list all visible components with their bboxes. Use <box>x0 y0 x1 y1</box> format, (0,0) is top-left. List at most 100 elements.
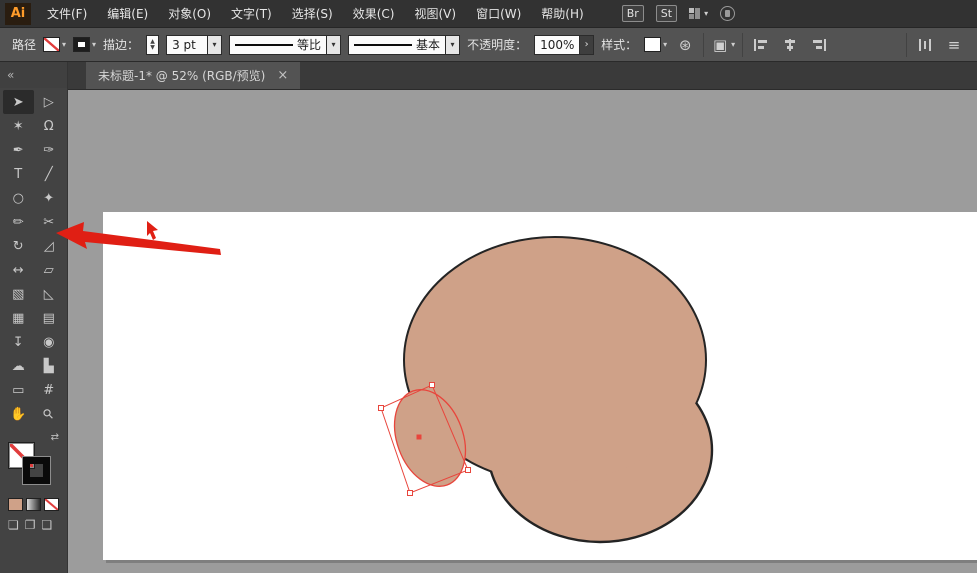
width-profile-preview[interactable]: 等比 <box>229 35 327 55</box>
paintbrush-tool[interactable]: ✦ <box>34 186 65 210</box>
type-tool[interactable]: T <box>3 162 34 186</box>
menu-edit[interactable]: 编辑(E) <box>97 0 158 28</box>
blend-tool-icon: ◉ <box>43 335 54 350</box>
opacity-field[interactable]: 100% <box>534 35 580 55</box>
pencil-tool[interactable]: ✏ <box>3 210 34 234</box>
shape-builder-tool-icon: ▧ <box>12 287 24 302</box>
menu-help[interactable]: 帮助(H) <box>531 0 593 28</box>
artboard-tool[interactable]: ▭ <box>3 378 34 402</box>
ellipse-tool-icon: ○ <box>13 191 24 206</box>
direct-selection-tool[interactable]: ▷ <box>34 90 65 114</box>
workspace-switcher[interactable]: ▾ <box>689 8 708 19</box>
magic-wand-tool[interactable]: ✶ <box>3 114 34 138</box>
align-center-icon <box>782 38 798 52</box>
width-tool[interactable]: ↔ <box>3 258 34 282</box>
width-profile-value: 等比 <box>297 36 321 53</box>
anchor-point[interactable] <box>430 383 435 388</box>
line-segment-tool-icon: ╱ <box>45 167 53 182</box>
style-swatch <box>644 37 661 52</box>
align-options-button[interactable]: ▣ ▾ <box>711 34 735 56</box>
bridge-button[interactable]: Br <box>622 5 644 22</box>
slice-tool[interactable]: # <box>34 378 65 402</box>
scale-tool[interactable]: ◿ <box>34 234 65 258</box>
menu-effect[interactable]: 效果(C) <box>343 0 405 28</box>
curvature-tool[interactable]: ✑ <box>34 138 65 162</box>
align-center-button[interactable] <box>779 34 801 56</box>
pencil-tool-icon: ✏ <box>13 215 24 230</box>
shape-builder-tool[interactable]: ▧ <box>3 282 34 306</box>
close-tab-icon[interactable]: × <box>277 68 288 83</box>
stroke-weight-field[interactable]: 3 pt <box>166 35 208 55</box>
symbol-sprayer-tool[interactable]: ☁ <box>3 354 34 378</box>
draw-normal-button[interactable]: ❏ <box>8 518 19 532</box>
menu-select[interactable]: 选择(S) <box>282 0 343 28</box>
anchor-point[interactable] <box>466 468 471 473</box>
perspective-grid-tool-icon: ◺ <box>44 287 54 302</box>
align-right-button[interactable] <box>808 34 830 56</box>
opacity-panel-button[interactable]: › <box>580 35 594 55</box>
fill-color-picker[interactable]: ▾ <box>43 37 66 52</box>
stroke-color-picker[interactable]: ▾ <box>73 37 96 52</box>
column-graph-tool[interactable]: ▙ <box>34 354 65 378</box>
draw-behind-button[interactable]: ❐ <box>25 518 36 532</box>
selection-tool[interactable]: ➤ <box>3 90 34 114</box>
column-graph-tool-icon: ▙ <box>44 359 54 374</box>
ellipse-tool[interactable]: ○ <box>3 186 34 210</box>
canvas[interactable] <box>68 90 977 573</box>
paintbrush-tool-icon: ✦ <box>43 191 54 206</box>
swap-fill-stroke-icon[interactable]: ⇄ <box>51 432 59 443</box>
eyedropper-tool-icon: ↧ <box>13 335 24 350</box>
rotate-tool[interactable]: ↻ <box>3 234 34 258</box>
workspace-grid-icon <box>689 8 700 19</box>
menu-file[interactable]: 文件(F) <box>37 0 97 28</box>
fill-stroke-indicator: ⇄ <box>6 434 61 490</box>
stepper-down-icon: ▼ <box>150 45 155 51</box>
stroke-swatch <box>73 37 90 52</box>
menu-bar-right: Br St ▾ <box>622 5 735 22</box>
blend-tool[interactable]: ◉ <box>34 330 65 354</box>
hand-pointer-icon[interactable] <box>720 6 735 21</box>
hand-tool[interactable]: ✋ <box>3 402 34 426</box>
graphic-style-picker[interactable]: ▾ <box>644 37 667 52</box>
slice-tool-icon: # <box>43 383 54 398</box>
draw-inside-button[interactable]: ❑ <box>42 518 53 532</box>
lasso-tool[interactable]: Ω <box>34 114 65 138</box>
stock-button[interactable]: St <box>656 5 677 22</box>
perspective-grid-tool[interactable]: ◺ <box>34 282 65 306</box>
lasso-tool-icon: Ω <box>44 119 54 134</box>
panel-menu-button[interactable]: ≡ <box>943 34 965 56</box>
mesh-tool[interactable]: ▦ <box>3 306 34 330</box>
gradient-tool[interactable]: ▤ <box>34 306 65 330</box>
stroke-weight-stepper[interactable]: ▲ ▼ <box>146 35 159 55</box>
menu-view[interactable]: 视图(V) <box>404 0 466 28</box>
menu-object[interactable]: 对象(O) <box>158 0 221 28</box>
pen-tool[interactable]: ✒ <box>3 138 34 162</box>
center-anchor-point[interactable] <box>417 435 422 440</box>
anchor-point[interactable] <box>408 491 413 496</box>
brush-definition-dropdown[interactable]: ▾ <box>446 35 460 55</box>
document-tab[interactable]: 未标题-1* @ 52% (RGB/预览) × <box>86 62 300 89</box>
anchor-point[interactable] <box>379 406 384 411</box>
align-left-button[interactable] <box>750 34 772 56</box>
menu-window[interactable]: 窗口(W) <box>466 0 531 28</box>
illustrator-window: Ai 文件(F) 编辑(E) 对象(O) 文字(T) 选择(S) 效果(C) 视… <box>0 0 977 573</box>
stroke-weight-dropdown[interactable]: ▾ <box>208 35 222 55</box>
stroke-color-well[interactable] <box>23 457 50 484</box>
menu-type[interactable]: 文字(T) <box>221 0 282 28</box>
gradient-tool-icon: ▤ <box>43 311 55 326</box>
collapse-panel-button[interactable]: « <box>7 68 14 82</box>
eyedropper-tool[interactable]: ↧ <box>3 330 34 354</box>
free-transform-tool[interactable]: ▱ <box>34 258 65 282</box>
distribute-button[interactable] <box>914 34 936 56</box>
recolor-artwork-button[interactable]: ⊛ <box>674 34 696 56</box>
gradient-mode-button[interactable] <box>26 498 41 511</box>
brush-definition-preview[interactable]: 基本 <box>348 35 446 55</box>
tool-grid: ➤ ▷ ✶ Ω ✒ ✑ T ╱ ○ ✦ ✏ ✂ ↻ ◿ ↔ ▱ ▧ ◺ ▦ ▤ <box>0 88 67 426</box>
zoom-tool[interactable]: ⚲ <box>34 402 65 426</box>
scissors-tool[interactable]: ✂ <box>34 210 65 234</box>
color-mode-button[interactable] <box>8 498 23 511</box>
width-profile-dropdown[interactable]: ▾ <box>327 35 341 55</box>
none-mode-button[interactable] <box>44 498 59 511</box>
chevron-down-icon: ▾ <box>92 40 96 49</box>
line-segment-tool[interactable]: ╱ <box>34 162 65 186</box>
